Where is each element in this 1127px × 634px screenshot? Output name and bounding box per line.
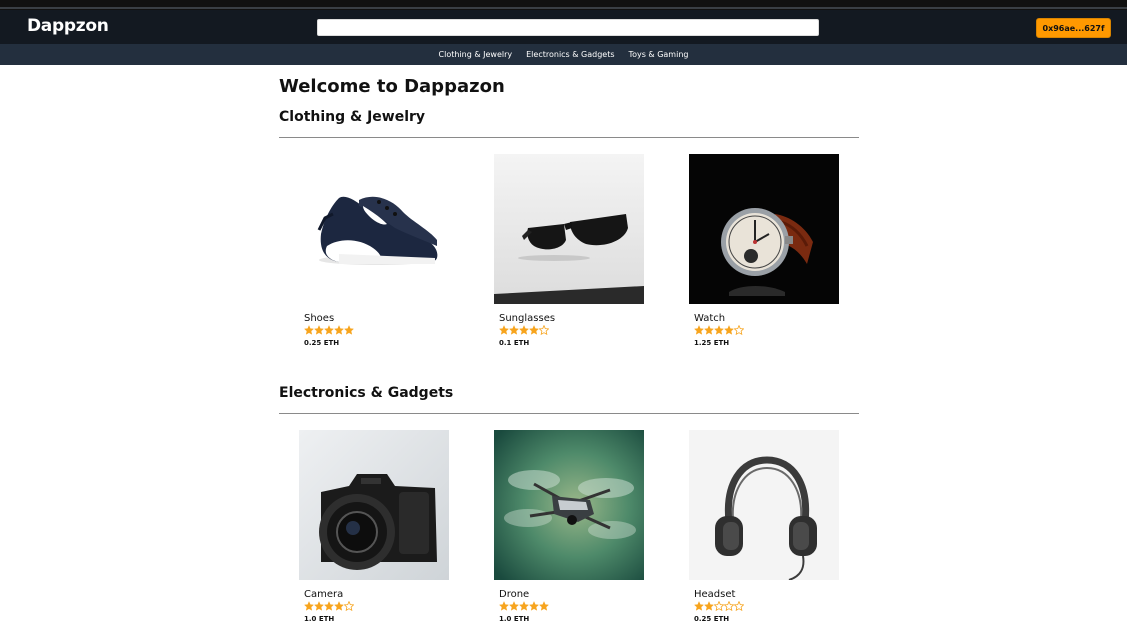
product-name: Drone: [499, 589, 530, 600]
nav-link-clothing-jewelry[interactable]: Clothing & Jewelry: [439, 50, 513, 59]
star-filled-icon: [509, 325, 519, 335]
shoe-image: [299, 154, 449, 304]
star-filled-icon: [519, 601, 529, 611]
product-price: 1.0 ETH: [499, 615, 530, 623]
star-filled-icon: [509, 601, 519, 611]
star-empty-icon: [734, 601, 744, 611]
star-filled-icon: [324, 601, 334, 611]
sunglasses-image: [494, 154, 644, 304]
rating-stars: [499, 325, 644, 335]
section-divider: [279, 413, 859, 414]
account-button[interactable]: 0x96ae...627f: [1036, 18, 1111, 38]
star-empty-icon: [724, 601, 734, 611]
product-price: 0.25 ETH: [694, 615, 730, 623]
search-input[interactable]: [317, 19, 819, 36]
product-name: Sunglasses: [499, 313, 556, 324]
window-top-strip: [0, 0, 1127, 10]
star-filled-icon: [529, 601, 539, 611]
product-card-camera[interactable]: Camera 1.0 ETH: [299, 430, 449, 623]
category-nav: Clothing & Jewelry Electronics & Gadgets…: [0, 44, 1127, 65]
star-filled-icon: [694, 325, 704, 335]
page-title: Welcome to Dappazon: [279, 76, 505, 97]
star-filled-icon: [724, 325, 734, 335]
star-filled-icon: [314, 325, 324, 335]
star-empty-icon: [539, 325, 549, 335]
product-name: Shoes: [304, 313, 335, 324]
star-filled-icon: [334, 325, 344, 335]
star-filled-icon: [314, 601, 324, 611]
star-filled-icon: [499, 601, 509, 611]
star-filled-icon: [519, 325, 529, 335]
product-name: Watch: [694, 313, 726, 324]
rating-stars: [694, 601, 839, 611]
product-name: Camera: [304, 589, 344, 600]
rating-stars: [304, 325, 449, 335]
star-filled-icon: [304, 601, 314, 611]
brand-logo[interactable]: Dappzon: [27, 16, 109, 36]
product-card-sunglasses[interactable]: Sunglasses 0.1 ETH: [494, 154, 644, 347]
rating-stars: [694, 325, 839, 335]
product-card-shoes[interactable]: Shoes 0.25 ETH: [299, 154, 449, 347]
section-title-electronics-gadgets: Electronics & Gadgets: [279, 385, 454, 401]
nav-link-electronics-gadgets[interactable]: Electronics & Gadgets: [526, 50, 614, 59]
star-filled-icon: [529, 325, 539, 335]
rating-stars: [499, 601, 644, 611]
star-filled-icon: [704, 325, 714, 335]
star-empty-icon: [344, 601, 354, 611]
star-filled-icon: [344, 325, 354, 335]
star-filled-icon: [704, 601, 714, 611]
rating-stars: [304, 601, 449, 611]
product-card-headset[interactable]: Headset 0.25 ETH: [689, 430, 839, 623]
star-filled-icon: [324, 325, 334, 335]
product-name: Headset: [694, 589, 736, 600]
section-title-clothing-jewelry: Clothing & Jewelry: [279, 109, 426, 125]
star-filled-icon: [539, 601, 549, 611]
headset-image: [689, 430, 839, 580]
drone-image: [494, 430, 644, 580]
product-price: 1.0 ETH: [304, 615, 335, 623]
star-filled-icon: [694, 601, 704, 611]
camera-image: [299, 430, 449, 580]
product-price: 1.25 ETH: [694, 339, 730, 347]
product-card-drone[interactable]: Drone 1.0 ETH: [494, 430, 644, 623]
nav-link-toys-gaming[interactable]: Toys & Gaming: [629, 50, 689, 59]
watch-image: [689, 154, 839, 304]
product-price: 0.1 ETH: [499, 339, 530, 347]
star-empty-icon: [734, 325, 744, 335]
star-filled-icon: [304, 325, 314, 335]
product-card-watch[interactable]: Watch 1.25 ETH: [689, 154, 839, 347]
star-filled-icon: [714, 325, 724, 335]
section-divider: [279, 137, 859, 138]
navbar: Dappzon 0x96ae...627f: [0, 10, 1127, 44]
star-filled-icon: [499, 325, 509, 335]
star-filled-icon: [334, 601, 344, 611]
product-price: 0.25 ETH: [304, 339, 340, 347]
star-empty-icon: [714, 601, 724, 611]
